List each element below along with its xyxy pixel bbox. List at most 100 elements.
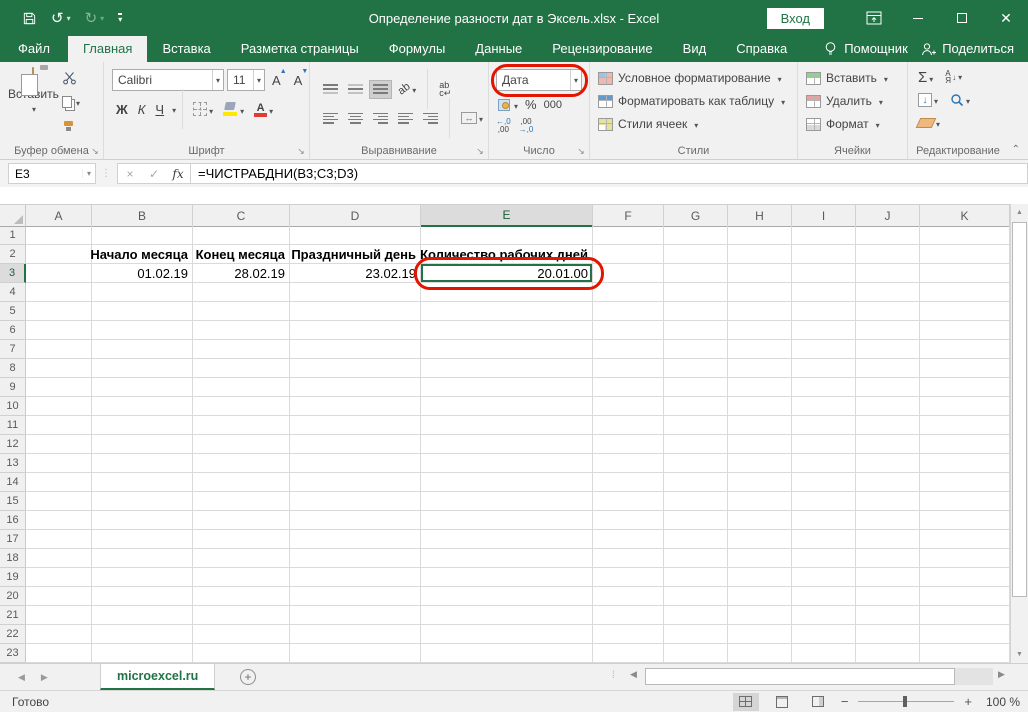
cell-K9[interactable] bbox=[920, 378, 1010, 397]
cell-E19[interactable] bbox=[421, 568, 593, 587]
vertical-scrollbar[interactable]: ▲ ▼ bbox=[1010, 204, 1028, 663]
column-header-F[interactable]: F bbox=[593, 205, 664, 227]
cell-A20[interactable] bbox=[26, 587, 92, 606]
cell-J8[interactable] bbox=[856, 359, 920, 378]
row-header-11[interactable]: 11 bbox=[0, 416, 26, 435]
cell-I10[interactable] bbox=[792, 397, 856, 416]
cell-K7[interactable] bbox=[920, 340, 1010, 359]
minimize-button[interactable] bbox=[896, 0, 940, 36]
cell-A4[interactable] bbox=[26, 283, 92, 302]
cell-B23[interactable] bbox=[92, 644, 193, 663]
cell-K14[interactable] bbox=[920, 473, 1010, 492]
cell-G18[interactable] bbox=[664, 549, 728, 568]
cell-A21[interactable] bbox=[26, 606, 92, 625]
cell-K17[interactable] bbox=[920, 530, 1010, 549]
cell-C19[interactable] bbox=[193, 568, 290, 587]
cell-I19[interactable] bbox=[792, 568, 856, 587]
cell-J18[interactable] bbox=[856, 549, 920, 568]
cell-G19[interactable] bbox=[664, 568, 728, 587]
column-header-B[interactable]: B bbox=[92, 205, 193, 227]
column-header-E[interactable]: E bbox=[421, 205, 593, 227]
cell-B5[interactable] bbox=[92, 302, 193, 321]
cell-C6[interactable] bbox=[193, 321, 290, 340]
decrease-indent-button[interactable] bbox=[395, 110, 416, 127]
row-header-22[interactable]: 22 bbox=[0, 625, 26, 644]
cell-D21[interactable] bbox=[290, 606, 421, 625]
row-header-12[interactable]: 12 bbox=[0, 435, 26, 454]
cell-E23[interactable] bbox=[421, 644, 593, 663]
cell-E13[interactable] bbox=[421, 454, 593, 473]
cell-B20[interactable] bbox=[92, 587, 193, 606]
cell-A8[interactable] bbox=[26, 359, 92, 378]
cell-I22[interactable] bbox=[792, 625, 856, 644]
cell-C13[interactable] bbox=[193, 454, 290, 473]
cell-F18[interactable] bbox=[593, 549, 664, 568]
cell-H19[interactable] bbox=[728, 568, 792, 587]
cell-J17[interactable] bbox=[856, 530, 920, 549]
column-header-D[interactable]: D bbox=[290, 205, 421, 227]
orientation-button[interactable]: ab bbox=[395, 80, 419, 98]
hscroll-right-icon[interactable]: ▶ bbox=[998, 669, 1005, 680]
cell-E18[interactable] bbox=[421, 549, 593, 568]
tab-assistant[interactable]: Помощник bbox=[824, 36, 908, 62]
fill-color-button[interactable] bbox=[219, 98, 248, 120]
cell-H20[interactable] bbox=[728, 587, 792, 606]
cancel-button[interactable]: × bbox=[118, 167, 142, 181]
undo-button[interactable]: ↺ ▾ bbox=[51, 9, 71, 27]
find-select-button[interactable] bbox=[950, 93, 970, 107]
cell-B12[interactable] bbox=[92, 435, 193, 454]
cell-I8[interactable] bbox=[792, 359, 856, 378]
cell-H17[interactable] bbox=[728, 530, 792, 549]
cell-E22[interactable] bbox=[421, 625, 593, 644]
cell-A17[interactable] bbox=[26, 530, 92, 549]
cell-H9[interactable] bbox=[728, 378, 792, 397]
zoom-out-button[interactable]: − bbox=[841, 694, 849, 709]
number-dialog-launcher-icon[interactable]: ↘ bbox=[576, 146, 586, 156]
ribbon-tab-1[interactable]: Главная bbox=[67, 36, 148, 62]
alignment-dialog-launcher-icon[interactable]: ↘ bbox=[475, 146, 485, 156]
cell-D17[interactable] bbox=[290, 530, 421, 549]
cell-I7[interactable] bbox=[792, 340, 856, 359]
cell-J22[interactable] bbox=[856, 625, 920, 644]
cell-J5[interactable] bbox=[856, 302, 920, 321]
cell-K15[interactable] bbox=[920, 492, 1010, 511]
zoom-in-button[interactable]: + bbox=[964, 694, 972, 709]
cell-J15[interactable] bbox=[856, 492, 920, 511]
cell-K13[interactable] bbox=[920, 454, 1010, 473]
cell-G12[interactable] bbox=[664, 435, 728, 454]
tab-scroll-splitter[interactable]: ⁞ bbox=[612, 670, 615, 681]
cell-D4[interactable] bbox=[290, 283, 421, 302]
cell-G2[interactable] bbox=[664, 245, 728, 264]
cell-I6[interactable] bbox=[792, 321, 856, 340]
cell-H16[interactable] bbox=[728, 511, 792, 530]
cell-H12[interactable] bbox=[728, 435, 792, 454]
font-family-combobox[interactable]: Calibri ▾ bbox=[112, 69, 224, 91]
underline-button[interactable]: Ч bbox=[151, 98, 168, 120]
row-header-13[interactable]: 13 bbox=[0, 454, 26, 473]
cell-D12[interactable] bbox=[290, 435, 421, 454]
cell-G4[interactable] bbox=[664, 283, 728, 302]
vertical-scrollbar-thumb[interactable] bbox=[1012, 222, 1027, 597]
increase-font-size-button[interactable]: А ▲ bbox=[268, 68, 287, 91]
cell-F14[interactable] bbox=[593, 473, 664, 492]
sheet-tab-active[interactable]: microexcel.ru bbox=[100, 664, 216, 690]
column-header-A[interactable]: A bbox=[26, 205, 92, 227]
page-break-view-button[interactable] bbox=[805, 693, 831, 711]
cell-A3[interactable] bbox=[26, 264, 92, 283]
cell-D11[interactable] bbox=[290, 416, 421, 435]
cell-D15[interactable] bbox=[290, 492, 421, 511]
cell-E2[interactable]: Количество рабочих дней bbox=[420, 245, 593, 264]
cell-F15[interactable] bbox=[593, 492, 664, 511]
new-sheet-button[interactable]: + bbox=[240, 669, 256, 685]
wrap-text-button[interactable]: ab c↵ bbox=[436, 79, 454, 99]
increase-decimal-button[interactable]: ←,0,00 bbox=[496, 118, 511, 134]
insert-cells-button[interactable]: Вставить bbox=[806, 68, 888, 88]
cell-J13[interactable] bbox=[856, 454, 920, 473]
cell-D10[interactable] bbox=[290, 397, 421, 416]
cell-K4[interactable] bbox=[920, 283, 1010, 302]
cell-A9[interactable] bbox=[26, 378, 92, 397]
ribbon-tab-7[interactable]: Вид bbox=[668, 36, 722, 62]
row-header-16[interactable]: 16 bbox=[0, 511, 26, 530]
cell-I21[interactable] bbox=[792, 606, 856, 625]
cell-G22[interactable] bbox=[664, 625, 728, 644]
